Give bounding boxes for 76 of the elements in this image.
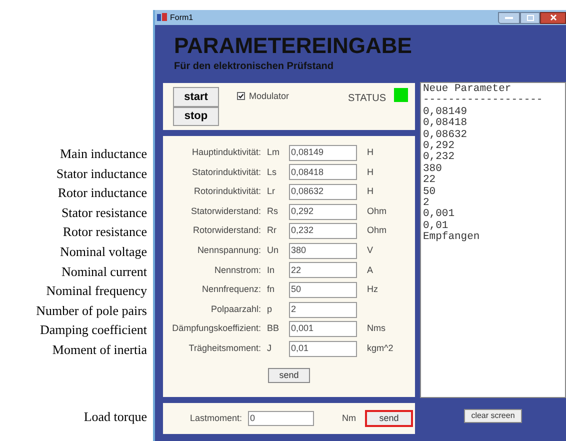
annotation-label: Rotor resistance bbox=[62, 223, 147, 242]
input-field[interactable]: 22 bbox=[289, 262, 357, 278]
field-label: Polpaarzahl: bbox=[210, 302, 261, 316]
status-label: STATUS bbox=[348, 92, 386, 106]
symbol-label: Rr bbox=[267, 225, 276, 236]
close-button[interactable] bbox=[540, 12, 566, 24]
field-label: Nennstrom: bbox=[213, 264, 261, 277]
field-label: Nennspannung: bbox=[196, 244, 261, 258]
app-icon bbox=[157, 13, 167, 22]
window-title: Form1 bbox=[170, 12, 194, 24]
clear-screen-button[interactable]: clear screen bbox=[464, 409, 522, 423]
send-button[interactable]: send bbox=[365, 410, 414, 427]
input-field[interactable]: 0 bbox=[248, 411, 314, 426]
unit-label: Nms bbox=[367, 322, 386, 336]
subheading: Für den elektronischen Prüfstand bbox=[174, 61, 334, 73]
annotation-label: Stator resistance bbox=[61, 204, 147, 222]
symbol-label: J bbox=[267, 342, 272, 353]
symbol-label: BB bbox=[267, 323, 280, 334]
annotation-label: Rotor inductance bbox=[58, 184, 147, 202]
input-field[interactable]: 2 bbox=[289, 302, 357, 318]
symbol-label: Un bbox=[267, 245, 279, 256]
annotation-label: Damping coefficient bbox=[40, 321, 147, 340]
unit-label: Ohm bbox=[367, 204, 387, 218]
symbol-label: Rs bbox=[267, 206, 278, 216]
console-output: Neue Parameter ------------------- 0,08149 0,08418 0,08632 0,292 0,232 380 22 50 2 0,001 0,01 Empfangen bbox=[420, 82, 566, 398]
symbol-label: Ls bbox=[267, 166, 277, 177]
unit-label: A bbox=[367, 264, 374, 277]
symbol-label: Lr bbox=[267, 186, 276, 196]
input-field[interactable]: 0,001 bbox=[289, 321, 357, 338]
unit-label: V bbox=[367, 244, 374, 258]
stop-button[interactable]: stop bbox=[173, 107, 219, 126]
unit-label: Nm bbox=[342, 412, 356, 425]
symbol-label: p bbox=[267, 304, 272, 314]
unit-label: H bbox=[367, 166, 374, 179]
field-label: Lastmoment: bbox=[190, 412, 242, 425]
checkmark-icon bbox=[238, 93, 244, 99]
annotation-label: Moment of inertia bbox=[52, 340, 147, 359]
annotation-label: Main inductance bbox=[60, 145, 147, 164]
symbol-label: In bbox=[267, 264, 275, 275]
annotation-label: Nominal current bbox=[61, 262, 147, 281]
annotation-label: Nominal frequency bbox=[46, 282, 147, 300]
input-field[interactable]: 50 bbox=[289, 282, 357, 298]
unit-label: Ohm bbox=[367, 224, 387, 238]
input-field[interactable]: 0,08632 bbox=[289, 184, 357, 200]
input-field[interactable]: 0,232 bbox=[289, 223, 357, 240]
unit-label: H bbox=[367, 146, 374, 160]
heading: PARAMETEREINGABE bbox=[174, 33, 413, 59]
modulator-label: Modulator bbox=[249, 90, 290, 103]
annotation-label: Stator inductance bbox=[56, 164, 147, 183]
input-field[interactable]: 0,292 bbox=[289, 204, 357, 220]
annotation-label: Nominal voltage bbox=[60, 243, 147, 262]
field-label: Nennfrequenz: bbox=[200, 283, 261, 296]
close-icon bbox=[550, 14, 556, 21]
symbol-label: Lm bbox=[267, 147, 280, 158]
unit-label: Hz bbox=[367, 283, 378, 296]
field-label: Dämpfungskoeffizient: bbox=[171, 322, 261, 336]
start-button[interactable]: start bbox=[173, 87, 219, 107]
input-field[interactable]: 0,08149 bbox=[289, 144, 357, 161]
field-label: Statorinduktivität: bbox=[190, 166, 261, 179]
symbol-label: fn bbox=[267, 284, 275, 294]
input-field[interactable]: 0,01 bbox=[289, 340, 357, 357]
field-label: Trägheitsmoment: bbox=[188, 342, 261, 355]
input-field[interactable]: 0,08418 bbox=[289, 164, 357, 180]
checkbox[interactable] bbox=[237, 92, 245, 100]
send-button[interactable]: send bbox=[268, 368, 310, 383]
input-field[interactable]: 380 bbox=[289, 242, 357, 259]
minimize-button[interactable] bbox=[498, 12, 520, 24]
unit-label: kgm^2 bbox=[367, 342, 394, 355]
field-label: Rotorinduktivität: bbox=[192, 185, 261, 198]
field-label: Rotorwiderstand: bbox=[192, 224, 261, 238]
annotation-label: Load torque bbox=[84, 408, 147, 426]
field-label: Hauptinduktivität: bbox=[190, 146, 261, 160]
unit-label: H bbox=[367, 185, 374, 198]
maximize-button[interactable] bbox=[520, 12, 540, 24]
annotation-label: Number of pole pairs bbox=[36, 302, 147, 320]
field-label: Statorwiderstand: bbox=[190, 204, 261, 218]
